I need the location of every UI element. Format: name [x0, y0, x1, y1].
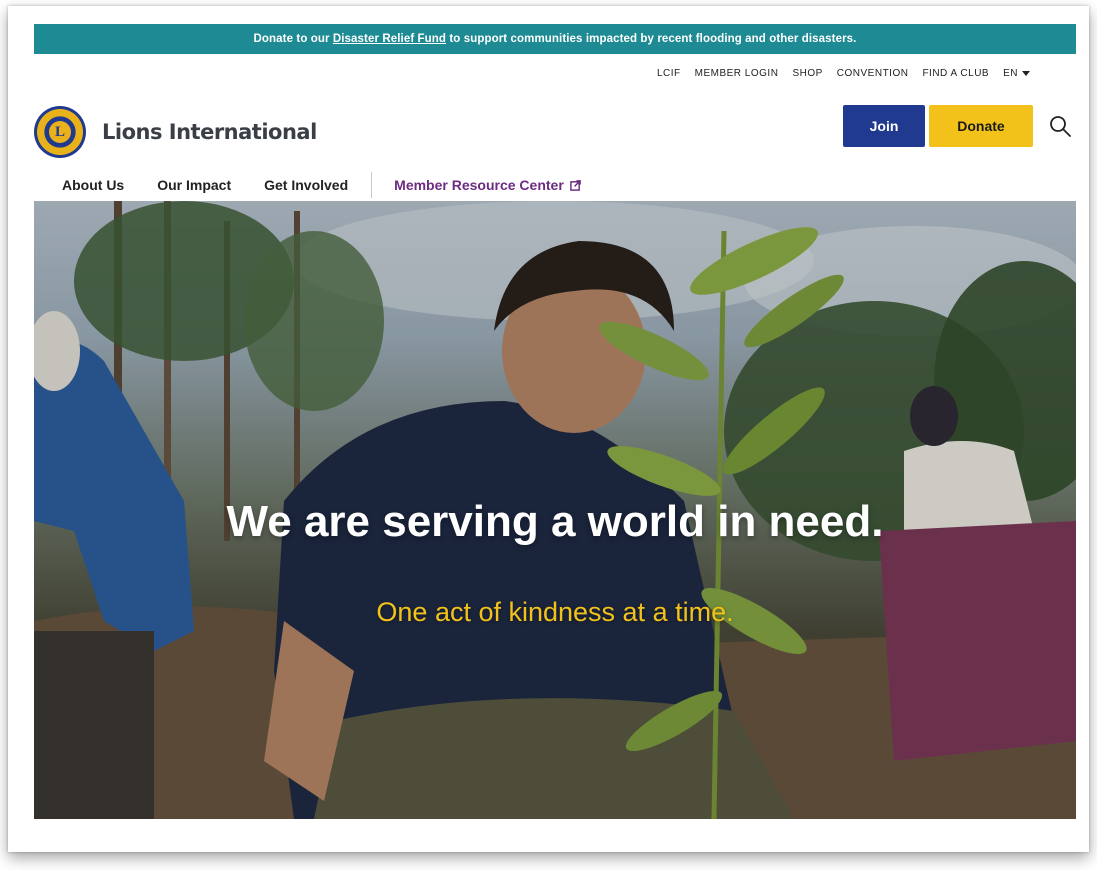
- nav-divider: [371, 172, 373, 198]
- join-button[interactable]: Join: [843, 105, 925, 147]
- alert-suffix: to support communities impacted by recen…: [446, 33, 857, 45]
- nav-member-resource-center[interactable]: Member Resource Center: [394, 177, 581, 193]
- logo-letter: L: [49, 121, 71, 143]
- utility-nav-lcif[interactable]: LCIF: [657, 68, 681, 79]
- lions-logo-icon: L: [34, 106, 86, 158]
- nav-about-us[interactable]: About Us: [62, 177, 124, 193]
- language-label: EN: [1003, 68, 1018, 79]
- member-resource-center-label: Member Resource Center: [394, 177, 564, 193]
- site-header: L Lions International LCIF MEMBER LOGIN …: [34, 54, 1076, 201]
- brand-name: Lions International: [102, 120, 317, 144]
- language-selector[interactable]: EN: [1003, 68, 1030, 79]
- utility-nav-shop[interactable]: SHOP: [792, 68, 822, 79]
- page: Donate to our Disaster Relief Fund to su…: [34, 24, 1076, 819]
- hero-subheadline: One act of kindness at a time.: [376, 597, 734, 627]
- external-link-icon: [569, 179, 581, 191]
- donate-button[interactable]: Donate: [929, 105, 1033, 147]
- alert-prefix: Donate to our: [253, 33, 333, 45]
- nav-our-impact[interactable]: Our Impact: [157, 177, 231, 193]
- utility-nav-member-login[interactable]: MEMBER LOGIN: [695, 68, 779, 79]
- utility-nav-convention[interactable]: CONVENTION: [837, 68, 909, 79]
- nav-get-involved[interactable]: Get Involved: [264, 177, 348, 193]
- alert-bar: Donate to our Disaster Relief Fund to su…: [34, 24, 1076, 54]
- hero-headline: We are serving a world in need.: [226, 497, 884, 546]
- disaster-relief-fund-link[interactable]: Disaster Relief Fund: [333, 33, 446, 45]
- hero-banner: We are serving a world in need. One act …: [34, 201, 1076, 819]
- logo[interactable]: L Lions International: [34, 106, 317, 158]
- utility-nav-find-a-club[interactable]: FIND A CLUB: [922, 68, 989, 79]
- search-icon[interactable]: [1048, 114, 1072, 138]
- chevron-down-icon: [1022, 71, 1030, 76]
- main-nav: About Us Our Impact Get Involved Member …: [62, 172, 581, 198]
- utility-nav: LCIF MEMBER LOGIN SHOP CONVENTION FIND A…: [657, 68, 1030, 79]
